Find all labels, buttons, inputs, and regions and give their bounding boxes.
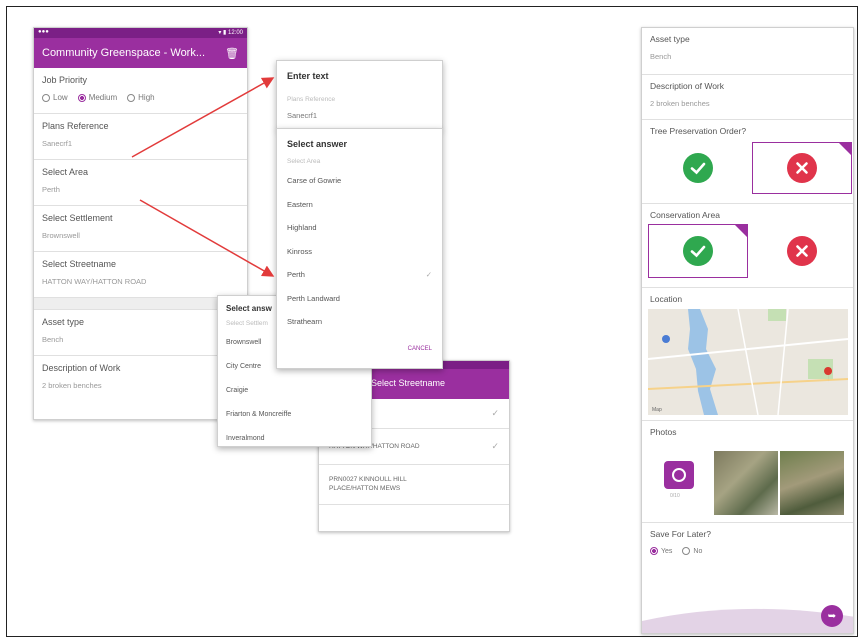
- tree-preservation-label: Tree Preservation Order?: [650, 126, 747, 136]
- map-brand: Map: [652, 407, 662, 413]
- plans-reference-field[interactable]: Plans Reference Sanecrf1: [34, 114, 247, 160]
- send-icon: ➥: [827, 610, 837, 622]
- camera-caption: 0/10: [670, 493, 680, 499]
- select-settlement-label: Select Settlement: [42, 213, 113, 223]
- photos-field: Photos 0/10: [642, 421, 853, 523]
- select-area-dialog: Select answer Select Area Carse of Gowri…: [276, 128, 443, 369]
- tpo-yes-option[interactable]: [648, 142, 748, 194]
- asset-type-field[interactable]: Asset type Bench: [642, 28, 853, 75]
- asset-type-label: Asset type: [42, 317, 85, 327]
- plans-reference-label: Plans Reference: [42, 121, 109, 131]
- settlement-option[interactable]: Inveralmond: [218, 427, 371, 446]
- cross-circle-icon: [787, 236, 817, 266]
- right-phone-screen: Asset type Bench Description of Work 2 b…: [641, 27, 854, 634]
- camera-icon: [672, 468, 686, 482]
- location-field: Location Map: [642, 288, 853, 421]
- asset-type-value: Bench: [42, 335, 64, 344]
- area-dialog-title: Select answer: [287, 139, 348, 149]
- area-option[interactable]: Carse of Gowrie: [277, 169, 442, 193]
- check-icon: ✓: [491, 408, 499, 418]
- ca-yes-option-selected[interactable]: [648, 224, 748, 278]
- asset-type-field[interactable]: Asset type Bench: [34, 310, 247, 356]
- area-option-selected[interactable]: Perth ✓: [277, 263, 442, 287]
- enter-text-input[interactable]: Sanecrf1: [277, 107, 442, 120]
- ca-no-option[interactable]: [752, 224, 852, 278]
- photos-label: Photos: [650, 427, 677, 437]
- plans-reference-value: Sanecrf1: [42, 139, 73, 148]
- check-icon: ✓: [491, 441, 499, 451]
- app-title: Community Greenspace - Work...: [42, 47, 206, 59]
- photo-thumbnail[interactable]: [714, 451, 778, 515]
- app-bar: Community Greenspace - Work... 🗑: [34, 38, 247, 68]
- select-streetname-label: Select Streetname: [42, 259, 117, 269]
- asset-type-value: Bench: [650, 52, 672, 61]
- location-label: Location: [650, 294, 683, 304]
- settlement-option[interactable]: Friarton & Moncreiffe: [218, 403, 371, 427]
- section-divider: [34, 298, 247, 310]
- area-option[interactable]: Strathearn: [277, 310, 442, 334]
- fab-button[interactable]: ➥: [821, 605, 843, 627]
- select-settlement-value: Brownswell: [42, 231, 80, 240]
- area-option[interactable]: Highland: [277, 216, 442, 240]
- select-streetname-field[interactable]: Select Streetname HATTON WAY/HATTON ROAD: [34, 252, 247, 298]
- street-row-3-text: PRN0027 KINNOULL HILL PLACE/HATTON MEWS: [329, 476, 407, 492]
- description-field[interactable]: Description of Work 2 broken benches: [34, 356, 247, 402]
- area-option[interactable]: Eastern: [277, 193, 442, 217]
- check-icon: ✓: [425, 270, 432, 279]
- cancel-button[interactable]: CANCEL: [277, 334, 442, 352]
- enter-text-hint: Plans Reference: [287, 96, 336, 103]
- select-area-field[interactable]: Select Area Perth: [34, 160, 247, 206]
- conservation-area-field: Conservation Area: [642, 204, 853, 288]
- street-row-3[interactable]: PRN0027 KINNOULL HILL PLACE/HATTON MEWS: [319, 465, 509, 505]
- priority-medium-radio[interactable]: Medium: [77, 93, 117, 102]
- select-area-label: Select Area: [42, 167, 89, 177]
- job-priority-label: Job Priority: [42, 75, 88, 85]
- description-value: 2 broken benches: [42, 381, 102, 390]
- delete-icon[interactable]: 🗑: [225, 47, 239, 60]
- conservation-area-label: Conservation Area: [650, 210, 720, 220]
- left-phone-screen: ●●● ▾ ▮ 12:00 Community Greenspace - Work…: [33, 27, 248, 420]
- area-option[interactable]: Perth Landward: [277, 287, 442, 311]
- check-circle-icon: [683, 236, 713, 266]
- select-area-value: Perth: [42, 185, 60, 194]
- tpo-no-option-selected[interactable]: [752, 142, 852, 194]
- tree-preservation-field: Tree Preservation Order?: [642, 120, 853, 204]
- photo-thumbnail[interactable]: [780, 451, 844, 515]
- priority-low-radio[interactable]: Low: [42, 93, 68, 102]
- asset-type-label: Asset type: [650, 34, 690, 44]
- save-no-radio[interactable]: No: [682, 547, 702, 555]
- settlement-option[interactable]: Craigie: [218, 379, 371, 403]
- check-circle-icon: [683, 153, 713, 183]
- description-field[interactable]: Description of Work 2 broken benches: [642, 75, 853, 120]
- cross-circle-icon: [787, 153, 817, 183]
- save-for-later-label: Save For Later?: [650, 529, 711, 539]
- enter-text-dialog: Enter text Plans Reference Sanecrf1: [276, 60, 443, 130]
- job-priority-field: Job Priority Low Medium High: [34, 68, 247, 114]
- select-streetname-value: HATTON WAY/HATTON ROAD: [42, 277, 147, 286]
- save-for-later-field: Save For Later? Yes No: [642, 523, 853, 571]
- area-dialog-hint: Select Area: [287, 158, 321, 165]
- map-graphic: [648, 309, 848, 415]
- description-label: Description of Work: [650, 81, 725, 91]
- priority-high-radio[interactable]: High: [127, 93, 155, 102]
- camera-button[interactable]: [664, 461, 694, 489]
- select-settlement-field[interactable]: Select Settlement Brownswell: [34, 206, 247, 252]
- save-yes-radio[interactable]: Yes: [650, 547, 672, 555]
- status-bar: ●●● ▾ ▮ 12:00: [34, 28, 247, 38]
- description-value: 2 broken benches: [650, 99, 710, 108]
- location-map[interactable]: Map: [648, 309, 848, 415]
- enter-text-title: Enter text: [287, 71, 329, 81]
- description-label: Description of Work: [42, 363, 121, 373]
- area-option[interactable]: Kinross: [277, 240, 442, 264]
